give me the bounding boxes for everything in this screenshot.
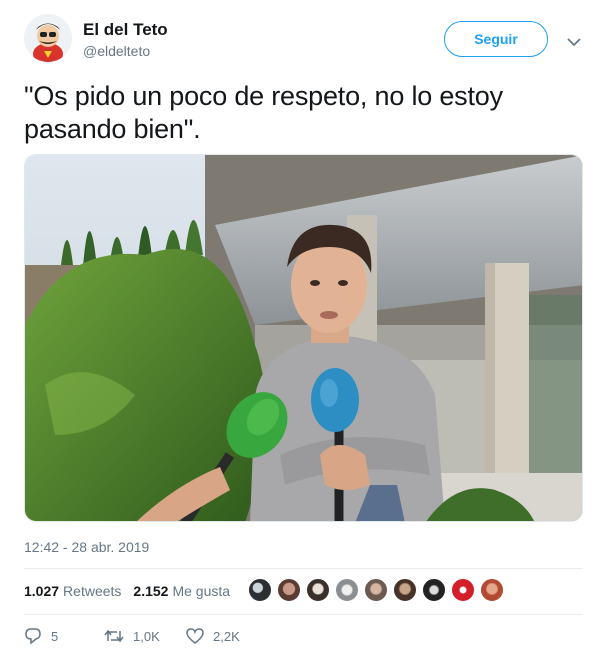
liker-avatar[interactable] [480,578,504,602]
likes-count[interactable]: 2.152 [133,583,168,599]
follow-button[interactable]: Seguir [444,21,548,57]
liker-avatar[interactable] [364,578,388,602]
divider [24,568,583,569]
like-button[interactable]: 2,2K [186,628,240,644]
like-count: 2,2K [213,628,240,644]
reply-button[interactable]: 5 [24,628,104,644]
likes-label[interactable]: Me gusta [172,583,230,599]
user-name[interactable]: El del Teto [83,20,168,40]
tweet-stats: 1.027 Retweets 2.152 Me gusta [24,583,242,599]
liker-avatar[interactable] [393,578,417,602]
tweet-actions: 5 1,0K 2,2K [24,628,240,644]
retweets-count[interactable]: 1.027 [24,583,59,599]
tweet-photo[interactable] [24,154,583,522]
reply-icon [25,628,41,644]
retweet-button[interactable]: 1,0K [104,629,186,644]
liker-avatar[interactable] [306,578,330,602]
heart-icon [186,628,204,644]
user-avatar[interactable] [24,14,72,62]
tweet-timestamp[interactable]: 12:42 - 28 abr. 2019 [24,539,149,555]
liker-avatar[interactable] [451,578,475,602]
reply-count: 5 [51,628,59,644]
user-handle[interactable]: @eldelteto [83,43,150,59]
liker-avatar[interactable] [277,578,301,602]
chevron-down-icon[interactable] [567,34,581,47]
liker-avatars [248,578,509,602]
retweet-count: 1,0K [133,628,160,644]
liker-avatar[interactable] [422,578,446,602]
tweet-text: "Os pido un poco de respeto, no lo estoy… [24,81,503,144]
liker-avatar[interactable] [335,578,359,602]
divider [24,614,583,615]
retweet-icon [104,629,124,643]
liker-avatar[interactable] [248,578,272,602]
retweets-label[interactable]: Retweets [63,583,121,599]
